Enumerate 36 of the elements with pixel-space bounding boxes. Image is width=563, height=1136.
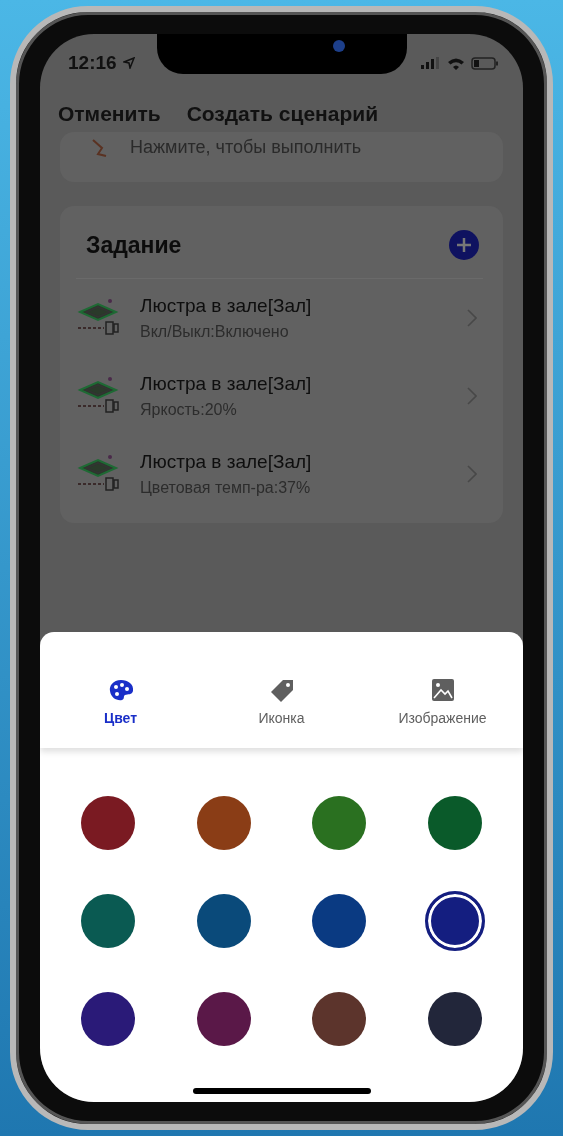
sheet-tab[interactable]: Иконка [201, 678, 362, 726]
color-swatch[interactable] [196, 992, 251, 1046]
task-name: Люстра в зале[Зал] [140, 295, 313, 317]
sheet-tab[interactable]: Цвет [40, 678, 201, 726]
wifi-icon [447, 56, 465, 70]
chandelier-icon [76, 298, 122, 338]
color-swatch[interactable] [80, 992, 135, 1046]
chevron-right-icon [467, 309, 477, 327]
trigger-text: Нажмите, чтобы выполнить [130, 136, 362, 158]
status-time: 12:16 [68, 52, 117, 74]
trigger-card[interactable]: Нажмите, чтобы выполнить [60, 132, 503, 182]
task-name: Люстра в зале[Зал] [140, 451, 313, 473]
color-swatch[interactable] [428, 796, 483, 850]
color-swatch[interactable] [196, 894, 251, 948]
sheet-tab[interactable]: Изображение [362, 678, 523, 726]
chevron-right-icon [467, 465, 477, 483]
signal-icon [421, 57, 441, 69]
palette-icon [107, 678, 134, 702]
color-swatch[interactable] [80, 894, 135, 948]
color-swatch[interactable] [312, 796, 367, 850]
color-swatch[interactable] [428, 992, 483, 1046]
battery-icon [471, 56, 499, 70]
chevron-right-icon [467, 387, 477, 405]
section-title: Задание [86, 231, 182, 259]
color-swatch[interactable] [80, 796, 135, 850]
color-swatch[interactable] [196, 796, 251, 850]
screen-title: Создать сценарий [186, 102, 379, 126]
cancel-link[interactable]: Отменить [58, 102, 161, 126]
chandelier-icon [76, 454, 122, 494]
color-swatch[interactable] [312, 992, 367, 1046]
color-swatch[interactable] [312, 894, 367, 948]
image-icon [430, 678, 455, 702]
location-arrow-icon [122, 57, 135, 69]
task-name: Люстра в зале[Зал] [140, 373, 313, 395]
chandelier-icon [76, 376, 122, 416]
add-icon[interactable] [449, 230, 479, 260]
